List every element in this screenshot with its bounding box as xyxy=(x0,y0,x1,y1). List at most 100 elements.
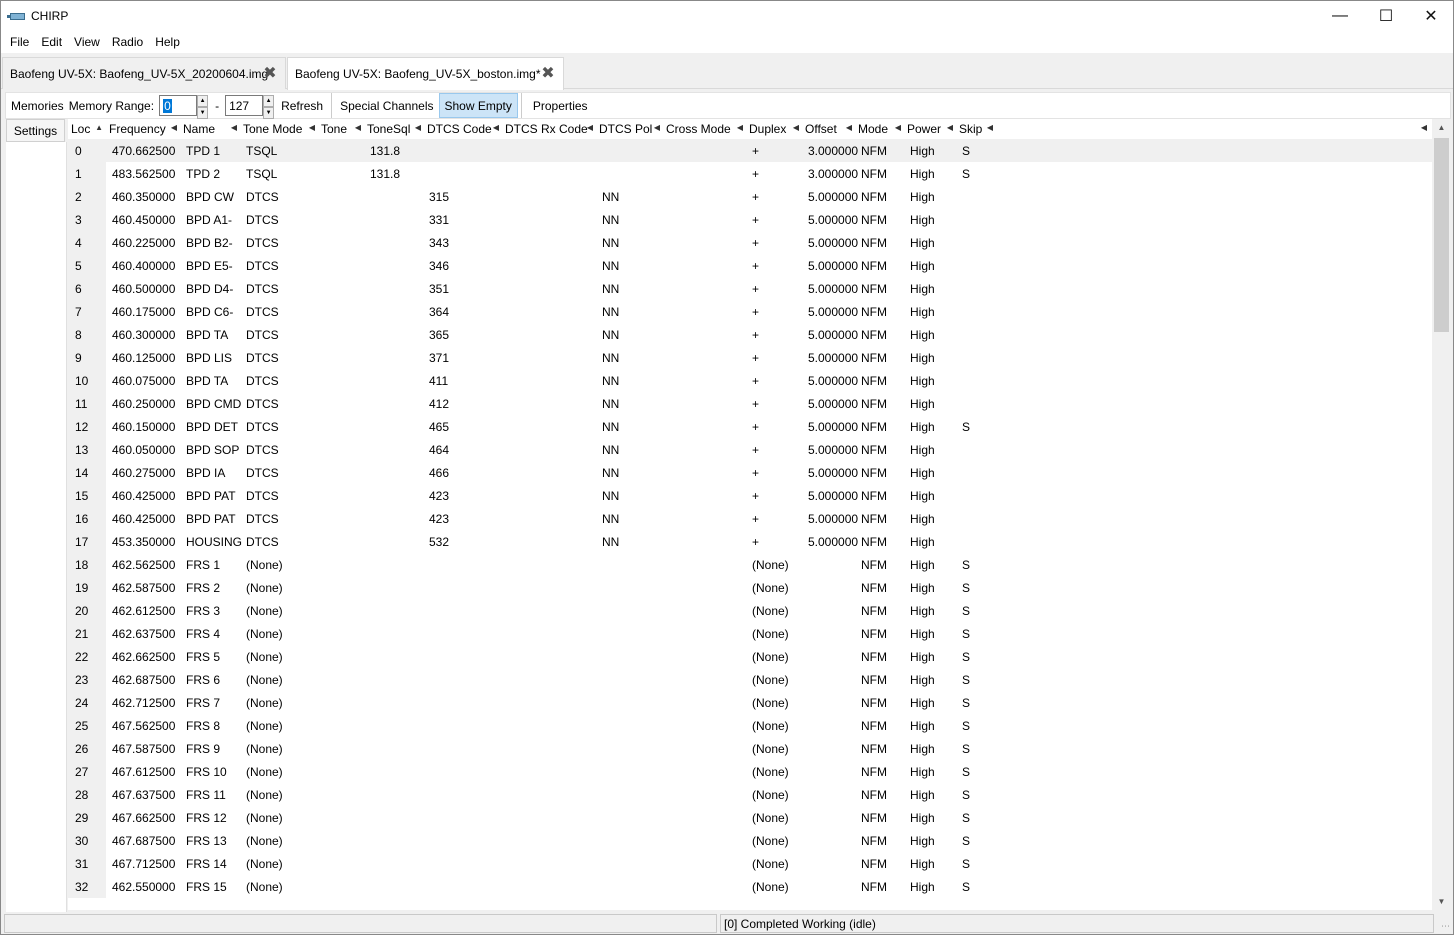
cell-power[interactable]: High xyxy=(910,185,935,208)
cell-loc[interactable]: 29 xyxy=(75,806,109,829)
cell-power[interactable]: High xyxy=(910,553,935,576)
cell-dtcs-code[interactable]: 365 xyxy=(429,323,449,346)
cell-skip[interactable]: S xyxy=(962,737,970,760)
column-header-dtcs-pol[interactable]: DTCS Pol ◀ xyxy=(596,119,663,139)
cell-mode[interactable]: NFM xyxy=(861,323,887,346)
cell-dtcs-code[interactable]: 532 xyxy=(429,530,449,553)
cell-mode[interactable]: NFM xyxy=(861,507,887,530)
table-row[interactable]: 9 460.125000 BPD LIS DTCS 371 NN +5.000000 NFM H… xyxy=(68,346,1432,369)
cell-frequency[interactable]: 460.075000 xyxy=(112,369,175,392)
cell-name[interactable]: BPD C6- xyxy=(186,300,233,323)
cell-tone-mode[interactable]: DTCS xyxy=(246,300,279,323)
cell-frequency[interactable]: 462.612500 xyxy=(112,599,175,622)
cell-duplex[interactable]: + xyxy=(752,415,759,438)
table-row[interactable]: 19 462.587500 FRS 2 (None) (None) NFM High S xyxy=(68,576,1432,599)
cell-skip[interactable]: S xyxy=(962,162,970,185)
cell-power[interactable]: High xyxy=(910,208,935,231)
table-row[interactable]: 2 460.350000 BPD CW DTCS 315 NN +5.000000 NFM Hi… xyxy=(68,185,1432,208)
cell-name[interactable]: FRS 4 xyxy=(186,622,220,645)
cell-loc[interactable]: 0 xyxy=(75,139,109,162)
table-row[interactable]: 27 467.612500 FRS 10 (None) (None) NFM High S xyxy=(68,760,1432,783)
cell-loc[interactable]: 2 xyxy=(75,185,109,208)
menu-file[interactable]: File xyxy=(4,35,35,49)
cell-loc[interactable]: 18 xyxy=(75,553,109,576)
cell-power[interactable]: High xyxy=(910,599,935,622)
cell-tone-mode[interactable]: TSQL xyxy=(246,162,277,185)
cell-name[interactable]: FRS 8 xyxy=(186,714,220,737)
scroll-thumb[interactable] xyxy=(1434,138,1449,332)
cell-tone-mode[interactable]: (None) xyxy=(246,760,283,783)
cell-dtcs-pol[interactable]: NN xyxy=(602,438,619,461)
cell-mode[interactable]: NFM xyxy=(861,622,887,645)
cell-loc[interactable]: 31 xyxy=(75,852,109,875)
cell-duplex[interactable]: (None) xyxy=(752,622,789,645)
cell-mode[interactable]: NFM xyxy=(861,783,887,806)
cell-tone-mode[interactable]: (None) xyxy=(246,668,283,691)
cell-tone-mode[interactable]: (None) xyxy=(246,622,283,645)
cell-dtcs-code[interactable]: 411 xyxy=(429,369,448,392)
cell-name[interactable]: FRS 14 xyxy=(186,852,227,875)
table-row[interactable]: 14 460.275000 BPD IA DTCS 466 NN +5.000000 NFM H… xyxy=(68,461,1432,484)
cell-duplex[interactable]: (None) xyxy=(752,829,789,852)
vertical-scrollbar[interactable]: ▲ ▼ xyxy=(1433,119,1450,910)
cell-tone-mode[interactable]: (None) xyxy=(246,852,283,875)
cell-duplex[interactable]: (None) xyxy=(752,760,789,783)
table-row[interactable]: 12 460.150000 BPD DET DTCS 465 NN +5.000000 NFM… xyxy=(68,415,1432,438)
cell-dtcs-code[interactable]: 371 xyxy=(429,346,449,369)
cell-frequency[interactable]: 460.125000 xyxy=(112,346,175,369)
table-row[interactable]: 18 462.562500 FRS 1 (None) (None) NFM High S xyxy=(68,553,1432,576)
table-row[interactable]: 31 467.712500 FRS 14 (None) (None) NFM High S xyxy=(68,852,1432,875)
cell-mode[interactable]: NFM xyxy=(861,139,887,162)
cell-loc[interactable]: 14 xyxy=(75,461,109,484)
cell-loc[interactable]: 17 xyxy=(75,530,109,553)
sort-arrow-icon[interactable]: ◀ xyxy=(231,123,237,132)
cell-loc[interactable]: 30 xyxy=(75,829,109,852)
column-header-frequency[interactable]: Frequency ◀ xyxy=(106,119,180,139)
cell-tone-mode[interactable]: DTCS xyxy=(246,185,279,208)
maximize-button[interactable]: ☐ xyxy=(1363,1,1409,31)
cell-name[interactable]: FRS 13 xyxy=(186,829,227,852)
cell-name[interactable]: FRS 12 xyxy=(186,806,227,829)
cell-dtcs-pol[interactable]: NN xyxy=(602,530,619,553)
sort-arrow-icon[interactable]: ◀ xyxy=(415,123,421,132)
cell-name[interactable]: BPD CW xyxy=(186,185,234,208)
cell-mode[interactable]: NFM xyxy=(861,553,887,576)
sort-arrow-icon[interactable]: ◀ xyxy=(895,123,901,132)
cell-tone-mode[interactable]: (None) xyxy=(246,829,283,852)
cell-mode[interactable]: NFM xyxy=(861,714,887,737)
column-header-tone[interactable]: Tone ◀ xyxy=(318,119,364,139)
cell-power[interactable]: High xyxy=(910,346,935,369)
cell-loc[interactable]: 21 xyxy=(75,622,109,645)
table-row[interactable]: 29 467.662500 FRS 12 (None) (None) NFM High S xyxy=(68,806,1432,829)
table-row[interactable]: 23 462.687500 FRS 6 (None) (None) NFM High S xyxy=(68,668,1432,691)
cell-offset[interactable]: 5.000000 xyxy=(808,231,858,254)
cell-offset[interactable]: 5.000000 xyxy=(808,208,858,231)
cell-frequency[interactable]: 460.150000 xyxy=(112,415,175,438)
cell-tone-mode[interactable]: (None) xyxy=(246,875,283,898)
cell-duplex[interactable]: + xyxy=(752,392,759,415)
cell-skip[interactable]: S xyxy=(962,645,970,668)
cell-power[interactable]: High xyxy=(910,139,935,162)
cell-frequency[interactable]: 462.687500 xyxy=(112,668,175,691)
cell-dtcs-pol[interactable]: NN xyxy=(602,346,619,369)
cell-name[interactable]: FRS 3 xyxy=(186,599,220,622)
cell-duplex[interactable]: (None) xyxy=(752,691,789,714)
column-header-mode[interactable]: Mode ◀ xyxy=(855,119,904,139)
cell-skip[interactable]: S xyxy=(962,714,970,737)
cell-loc[interactable]: 8 xyxy=(75,323,109,346)
cell-mode[interactable]: NFM xyxy=(861,737,887,760)
cell-frequency[interactable]: 470.662500 xyxy=(112,139,175,162)
cell-offset[interactable]: 5.000000 xyxy=(808,438,858,461)
cell-dtcs-pol[interactable]: NN xyxy=(602,392,619,415)
cell-tone-mode[interactable]: DTCS xyxy=(246,530,279,553)
cell-power[interactable]: High xyxy=(910,461,935,484)
cell-duplex[interactable]: + xyxy=(752,438,759,461)
cell-name[interactable]: BPD E5- xyxy=(186,254,233,277)
cell-name[interactable]: BPD SOP xyxy=(186,438,239,461)
cell-name[interactable]: BPD TA xyxy=(186,369,228,392)
cell-dtcs-pol[interactable]: NN xyxy=(602,507,619,530)
cell-tone-mode[interactable]: (None) xyxy=(246,576,283,599)
cell-power[interactable]: High xyxy=(910,162,935,185)
cell-offset[interactable]: 3.000000 xyxy=(808,139,858,162)
cell-power[interactable]: High xyxy=(910,484,935,507)
